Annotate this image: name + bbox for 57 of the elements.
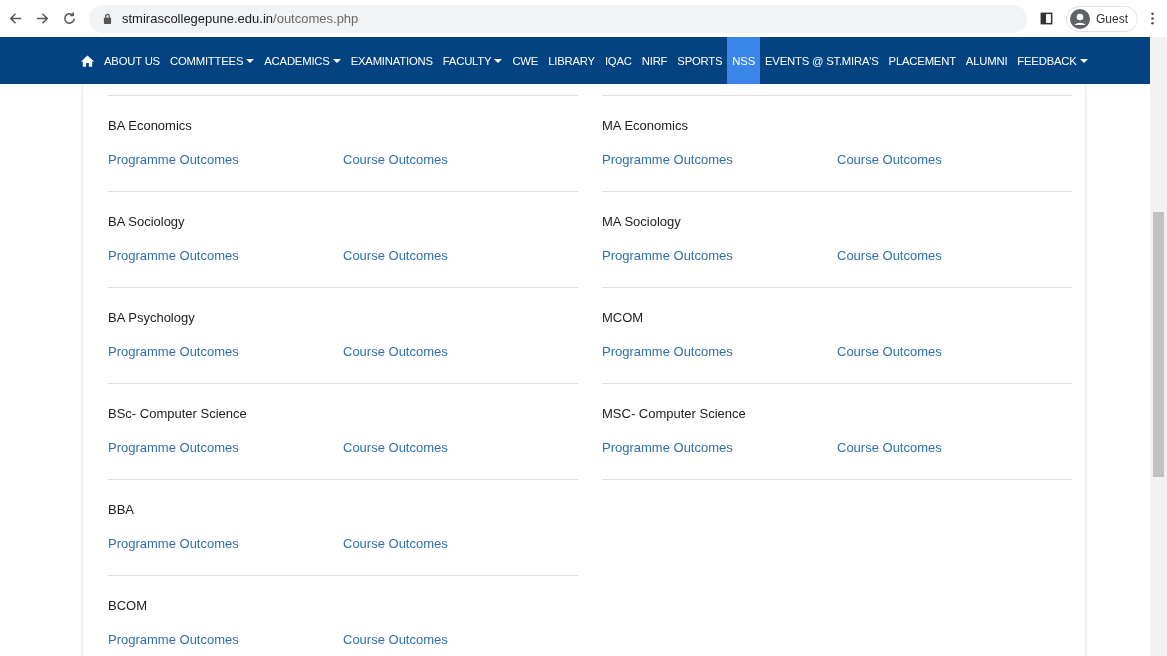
reload-icon[interactable] <box>62 11 77 26</box>
nav-link[interactable]: CWE <box>507 37 544 84</box>
scrollbar[interactable] <box>1150 37 1167 656</box>
outcomes-link[interactable]: Course Outcomes <box>343 534 578 554</box>
address-bar[interactable]: stmirascollegepune.edu.in/outcomes.php <box>89 4 1027 33</box>
scrollbar-thumb[interactable] <box>1153 212 1164 477</box>
programme-title: BSc- Computer Science <box>108 405 248 423</box>
nav-link[interactable]: ABOUT US <box>99 37 165 84</box>
programme-title: MA Sociology <box>602 213 682 231</box>
outcomes-link[interactable]: Course Outcomes <box>837 150 1072 170</box>
forward-icon[interactable] <box>35 11 50 26</box>
nav-link[interactable]: ALUMNI <box>960 37 1013 84</box>
menu-icon[interactable] <box>1150 11 1155 26</box>
nav-link[interactable]: PLACEMENT <box>883 37 961 84</box>
outcomes-link[interactable]: Programme Outcomes <box>602 438 837 458</box>
outcomes-link[interactable]: Programme Outcomes <box>602 342 837 362</box>
nav-link[interactable]: NSS <box>727 37 760 84</box>
nav-link[interactable]: EXAMINATIONS <box>345 37 438 84</box>
outcomes-link[interactable]: Programme Outcomes <box>108 438 343 458</box>
nav-link[interactable]: ACADEMICS <box>259 37 346 84</box>
outcomes-link[interactable]: Course Outcomes <box>837 438 1072 458</box>
lock-icon <box>103 13 112 24</box>
sidepanel-icon[interactable] <box>1039 11 1054 26</box>
outcomes-link[interactable]: Programme Outcomes <box>108 630 343 650</box>
nav-link[interactable]: SPORTS <box>672 37 728 84</box>
nav-link[interactable]: FACULTY <box>437 37 508 84</box>
outcomes-link[interactable]: Programme Outcomes <box>602 150 837 170</box>
nav-link[interactable]: EVENTS @ ST.MIRA'S <box>760 37 884 84</box>
outcomes-link[interactable]: Course Outcomes <box>837 246 1072 266</box>
programme-title: BA Economics <box>108 117 193 135</box>
programme-title: MCOM <box>602 309 645 327</box>
outcomes-link[interactable]: Programme Outcomes <box>108 246 343 266</box>
outcomes-link[interactable]: Course Outcomes <box>343 630 578 650</box>
programme-title: BCOM <box>108 597 148 615</box>
outcomes-link[interactable]: Programme Outcomes <box>602 246 837 266</box>
outcomes-link[interactable]: Programme Outcomes <box>108 534 343 554</box>
nav-link[interactable]: LIBRARY <box>543 37 600 84</box>
outcomes-link[interactable]: Course Outcomes <box>837 342 1072 362</box>
programme-title: MSC- Computer Science <box>602 405 747 423</box>
outcomes-link[interactable]: Programme Outcomes <box>108 342 343 362</box>
programme-title: BBA <box>108 501 135 519</box>
nav-link[interactable]: COMMITTEES <box>164 37 260 84</box>
nav-link[interactable]: FEEDBACK <box>1012 37 1093 84</box>
outcomes-link[interactable]: Course Outcomes <box>343 438 578 458</box>
programme-title: BA Sociology <box>108 213 186 231</box>
home-icon[interactable] <box>80 53 95 68</box>
avatar-icon <box>1070 8 1090 29</box>
outcomes-link[interactable]: Programme Outcomes <box>108 150 343 170</box>
outcomes-link[interactable]: Course Outcomes <box>343 342 578 362</box>
back-icon[interactable] <box>8 11 23 26</box>
programme-title: BA Psychology <box>108 309 196 327</box>
outcomes-link[interactable]: Course Outcomes <box>343 246 578 266</box>
programme-title: MA Economics <box>602 117 689 135</box>
url-text: stmirascollegepune.edu.in/outcomes.php <box>122 11 359 26</box>
nav-link[interactable]: NIRF <box>636 37 673 84</box>
nav-link[interactable]: IQAC <box>599 37 637 84</box>
outcomes-link[interactable]: Course Outcomes <box>343 150 578 170</box>
